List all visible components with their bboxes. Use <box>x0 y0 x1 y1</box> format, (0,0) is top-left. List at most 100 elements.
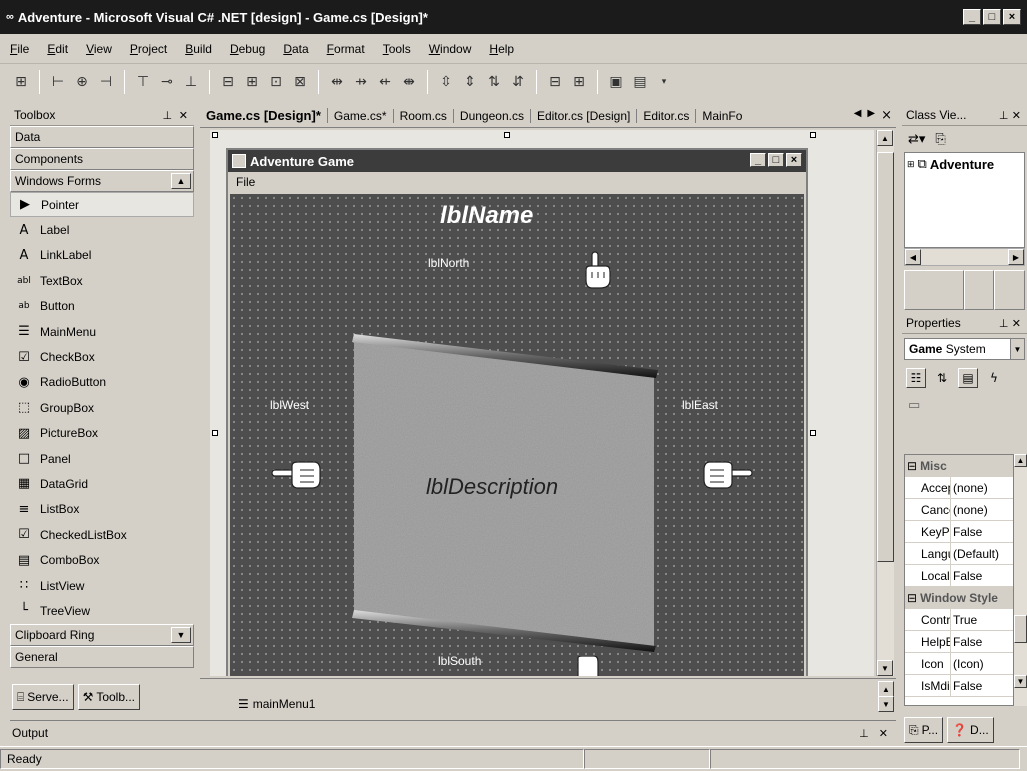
property-pages-icon[interactable]: ▤ <box>958 368 978 388</box>
tab-toolbox[interactable]: ⚒ Toolb... <box>77 684 141 710</box>
tab-room-cs[interactable]: Room.cs <box>394 108 454 123</box>
tab-scroll-right-icon[interactable]: ▶ <box>867 108 875 123</box>
toolbox-item-picturebox[interactable]: ▨ PictureBox <box>10 421 194 446</box>
alphabetical-icon[interactable]: ⇅ <box>932 368 952 388</box>
maximize-button[interactable]: □ <box>983 9 1001 25</box>
vertical-spacing-increase-icon[interactable]: ⇕ <box>461 73 479 91</box>
make-same-width-icon[interactable]: ⊟ <box>219 73 237 91</box>
scroll-down-icon[interactable]: ▼ <box>171 626 191 643</box>
pin-icon[interactable]: ⊥ <box>163 109 173 122</box>
toolbox-item-textbox[interactable]: abl TextBox <box>10 268 194 293</box>
minimize-button[interactable]: _ <box>963 9 981 25</box>
selection-handle[interactable] <box>810 430 816 436</box>
events-icon[interactable]: ϟ <box>984 368 1004 388</box>
menu-debug[interactable]: Debug <box>230 42 265 56</box>
property-row[interactable]: Language(Default) <box>905 543 1013 565</box>
toolbox-item-button[interactable]: ab Button <box>10 294 194 319</box>
property-row[interactable]: HelpButtonFalse <box>905 631 1013 653</box>
property-row[interactable]: AcceptButton(none) <box>905 477 1013 499</box>
label-description[interactable]: lblDescription <box>426 474 558 500</box>
collapse-icon[interactable]: ⊟ <box>907 591 917 605</box>
expand-icon[interactable]: ⊞ <box>907 159 915 170</box>
form-menu-file[interactable]: File <box>236 175 255 189</box>
property-value[interactable]: True <box>951 613 977 627</box>
toolbox-item-combobox[interactable]: ▤ ComboBox <box>10 547 194 572</box>
sort-by-type-icon[interactable]: ⇄▾ <box>908 132 925 147</box>
toolbox-group-general[interactable]: General <box>10 645 194 668</box>
property-row[interactable]: KeyPreviewFalse <box>905 521 1013 543</box>
menu-build[interactable]: Build <box>185 42 212 56</box>
scroll-thumb[interactable] <box>1014 615 1027 643</box>
design-surface[interactable]: Adventure Game _ □ × File lblName lblNor… <box>210 130 874 676</box>
tab-server-explorer[interactable]: ⌸ Serve... <box>12 684 74 710</box>
align-centers-icon[interactable]: ⊕ <box>73 73 91 91</box>
toolbox-group-windows-forms[interactable]: Windows Forms ▲ <box>10 170 194 192</box>
menu-tools[interactable]: Tools <box>383 42 411 56</box>
pin-icon[interactable]: ⊥ <box>999 109 1009 122</box>
toolbox-group-components[interactable]: Components <box>10 148 194 170</box>
horizontal-spacing-remove-icon[interactable]: ⇼ <box>400 73 418 91</box>
property-row[interactable]: ControlBoxTrue <box>905 609 1013 631</box>
scroll-left-icon[interactable]: ◀ <box>905 249 921 265</box>
property-value[interactable]: False <box>951 569 982 583</box>
toolbox-item-checkedlistbox[interactable]: ☑ CheckedListBox <box>10 522 194 547</box>
toolbox-group-clipboard-ring[interactable]: Clipboard Ring ▼ <box>10 623 194 646</box>
south-hand-icon[interactable] <box>576 656 600 676</box>
vertical-spacing-equal-icon[interactable]: ⇳ <box>437 73 455 91</box>
menu-help[interactable]: Help <box>489 42 514 56</box>
pin-icon[interactable]: ⊥ <box>859 727 869 740</box>
label-north[interactable]: lblNorth <box>428 256 469 270</box>
toolbox-item-mainmenu[interactable]: ☰ MainMenu <box>10 319 194 344</box>
scroll-up-icon[interactable]: ▲ <box>1014 454 1027 467</box>
menu-view[interactable]: View <box>86 42 112 56</box>
selection-handle[interactable] <box>504 132 510 138</box>
label-name[interactable]: lblName <box>440 202 533 230</box>
toolbox-item-radiobutton[interactable]: ◉ RadioButton <box>10 370 194 395</box>
toolbar-dropdown-icon[interactable]: ▾ <box>655 73 673 91</box>
north-hand-icon[interactable] <box>580 250 612 290</box>
scroll-up-icon[interactable]: ▲ <box>877 130 893 146</box>
tab-dungeon-cs[interactable]: Dungeon.cs <box>454 108 531 123</box>
form-close-button[interactable]: × <box>786 153 802 167</box>
menu-window[interactable]: Window <box>429 42 472 56</box>
make-same-size-icon[interactable]: ⊡ <box>267 73 285 91</box>
form-maximize-button[interactable]: □ <box>768 153 784 167</box>
property-category[interactable]: ⊟ Window Style <box>905 587 1013 609</box>
property-value[interactable]: (none) <box>951 503 988 517</box>
horizontal-spacing-equal-icon[interactable]: ⇹ <box>328 73 346 91</box>
property-value[interactable]: False <box>951 679 982 693</box>
toolbox-item-groupbox[interactable]: ⬚ GroupBox <box>10 395 194 420</box>
design-vertical-scrollbar[interactable]: ▲ ▼ <box>876 130 894 676</box>
new-folder-icon[interactable]: ⎘ <box>935 132 945 147</box>
toolbox-item-linklabel[interactable]: A LinkLabel <box>10 243 194 268</box>
property-row[interactable]: LocalizableFalse <box>905 565 1013 587</box>
tray-scroll-up-icon[interactable]: ▲ <box>878 681 894 697</box>
center-horizontally-icon[interactable]: ⊟ <box>546 73 564 91</box>
toolbox-item-checkbox[interactable]: ☑ CheckBox <box>10 344 194 369</box>
west-hand-icon[interactable] <box>270 460 322 490</box>
label-south[interactable]: lblSouth <box>438 654 481 668</box>
toolbox-item-listview[interactable]: ∷ ListView <box>10 573 194 598</box>
property-grid-scrollbar[interactable]: ▲ ▼ <box>1014 454 1027 706</box>
selection-handle[interactable] <box>212 430 218 436</box>
horizontal-spacing-increase-icon[interactable]: ⇸ <box>352 73 370 91</box>
scroll-up-icon[interactable]: ▲ <box>171 173 191 189</box>
form-adventure-game[interactable]: Adventure Game _ □ × File lblName lblNor… <box>226 148 808 676</box>
property-value[interactable]: (Default) <box>951 547 999 561</box>
property-value[interactable]: (none) <box>951 481 988 495</box>
make-same-height-icon[interactable]: ⊞ <box>243 73 261 91</box>
send-to-back-icon[interactable]: ▤ <box>631 73 649 91</box>
property-pages-button-icon[interactable]: ▭ <box>908 398 1027 413</box>
selection-handle[interactable] <box>810 132 816 138</box>
scroll-thumb[interactable] <box>877 152 894 562</box>
tab-dynamic-help[interactable]: ❓ D... <box>947 717 994 743</box>
class-view-splitter[interactable] <box>904 270 1025 310</box>
close-icon[interactable]: ✕ <box>179 109 188 122</box>
property-value[interactable]: False <box>951 525 982 539</box>
chevron-down-icon[interactable]: ▼ <box>1010 339 1024 359</box>
menu-edit[interactable]: Edit <box>47 42 68 56</box>
property-category[interactable]: ⊟ Misc <box>905 455 1013 477</box>
close-icon[interactable]: ✕ <box>1012 317 1021 330</box>
label-east[interactable]: lblEast <box>682 398 718 412</box>
close-document-icon[interactable]: × <box>881 108 892 123</box>
